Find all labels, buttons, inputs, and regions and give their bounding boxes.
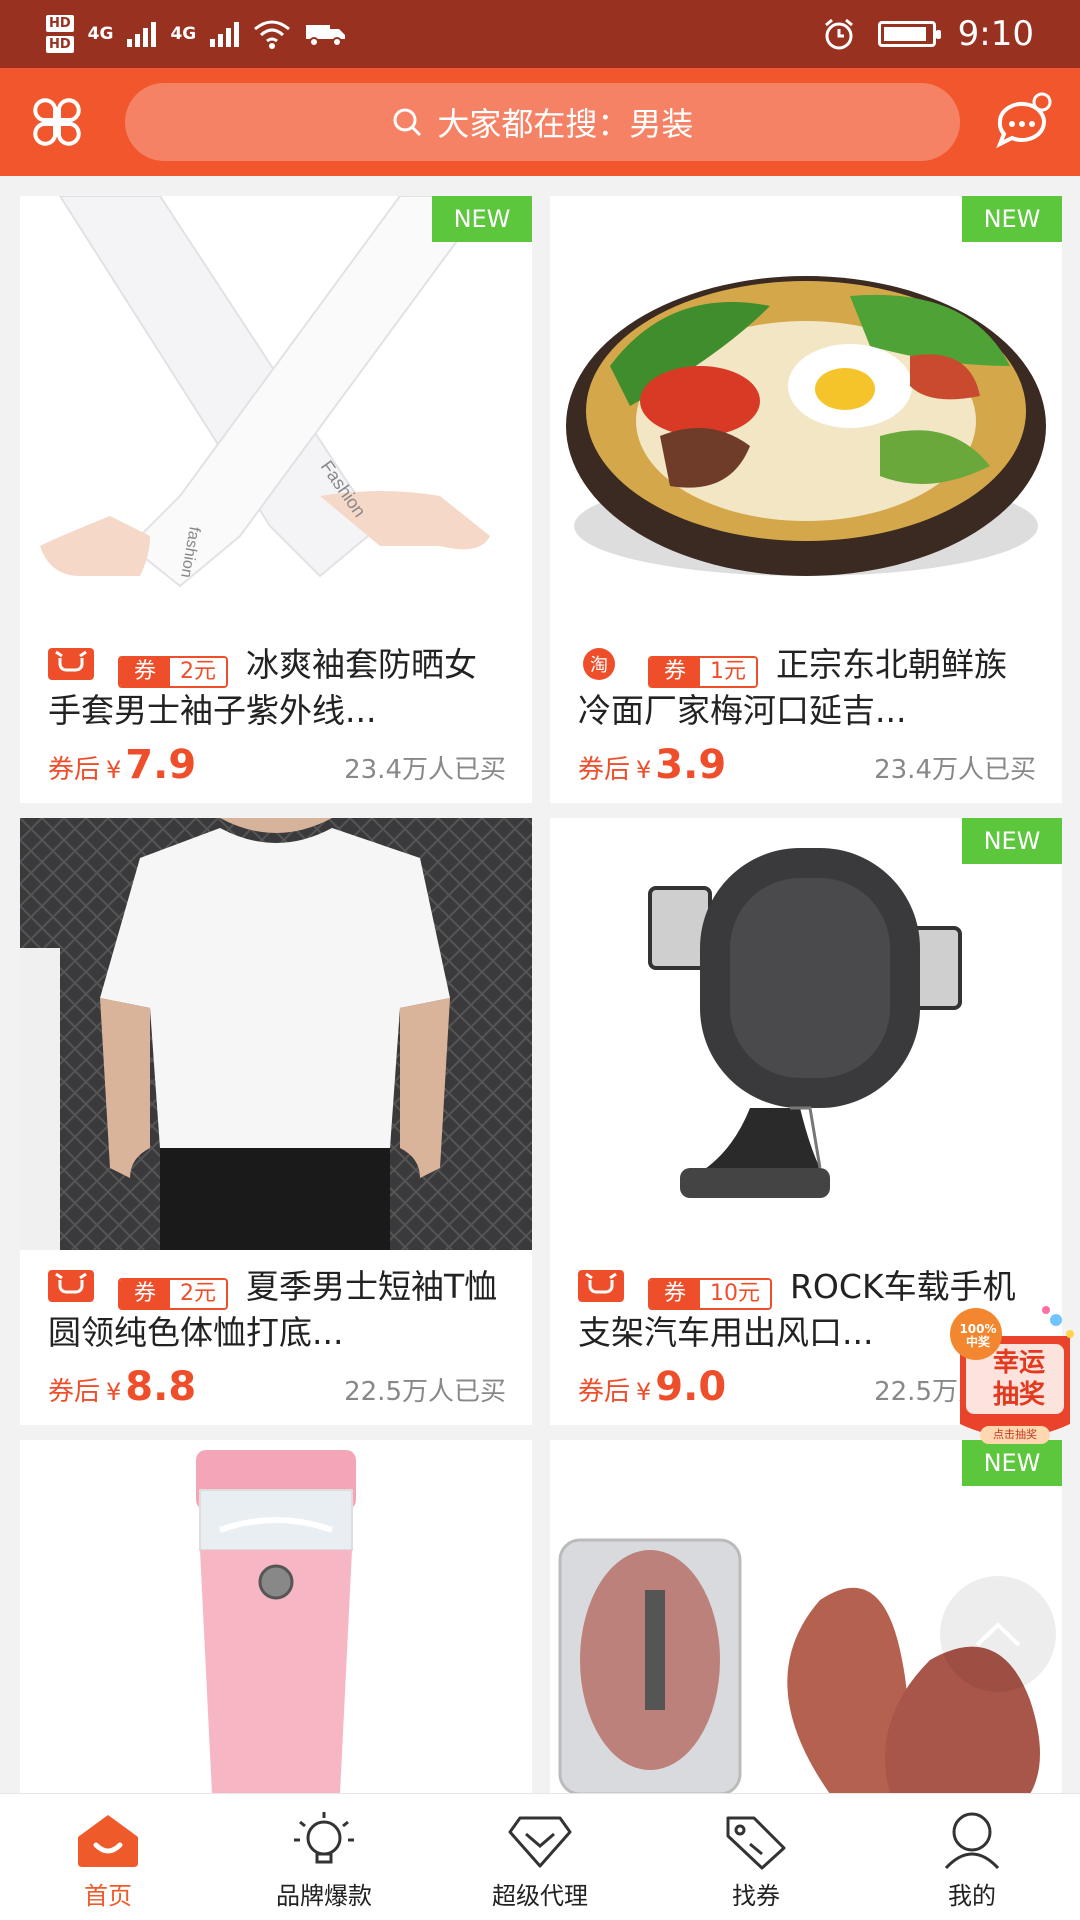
alarm-icon [824, 18, 853, 50]
product-image[interactable] [20, 818, 532, 1250]
currency-symbol: ¥ [636, 756, 652, 784]
new-badge: NEW [432, 196, 532, 242]
tab-brand-hot[interactable]: 品牌爆款 [216, 1794, 432, 1920]
truck-icon [306, 25, 346, 47]
cold-noodles-image [550, 196, 1062, 628]
lottery-badge: 100%中奖 [959, 1322, 997, 1349]
network-label-1: 4G [87, 24, 114, 44]
product-image[interactable]: NEW [550, 818, 1062, 1250]
lightbulb-icon [294, 1812, 354, 1864]
coupon-label: 券 [650, 658, 700, 686]
product-image[interactable]: NEW [550, 196, 1062, 628]
tmall-icon [48, 648, 94, 680]
tab-label: 品牌爆款 [276, 1882, 372, 1910]
currency-symbol: ¥ [106, 756, 122, 784]
back-to-top-button[interactable] [940, 1576, 1056, 1692]
product-title: 冰爽袖套防晒女手套男士袖子紫外线... [48, 645, 477, 730]
hd-indicator: HD HD [46, 15, 74, 53]
product-card[interactable] [20, 1440, 532, 1794]
coupon-label: 券 [120, 1280, 170, 1308]
coupon-badge: 券 2元 [118, 656, 228, 688]
coupon-badge: 券 10元 [648, 1278, 772, 1310]
tab-label: 我的 [948, 1882, 996, 1910]
sold-count: 23.4万人已买 [344, 755, 506, 785]
coupon-value: 2元 [170, 658, 226, 686]
tmall-icon [48, 1270, 94, 1302]
tab-mine[interactable]: 我的 [864, 1794, 1080, 1920]
home-icon [78, 1815, 138, 1867]
battery-icon [877, 21, 941, 47]
search-icon [393, 108, 422, 137]
coupon-value: 1元 [700, 658, 756, 686]
hd-label-1: HD [46, 15, 74, 32]
coupon-value: 2元 [170, 1280, 226, 1308]
lottery-cta: 点击抽奖 [993, 1428, 1037, 1441]
mist-sprayer-image [20, 1440, 532, 1794]
price: 7.9 [125, 742, 197, 788]
new-badge: NEW [962, 196, 1062, 242]
sold-count: 23.4万人已买 [874, 755, 1036, 785]
taobao-icon: 淘 [583, 648, 615, 680]
tab-home[interactable]: 首页 [0, 1794, 216, 1920]
tshirt-model-image [20, 818, 532, 1250]
currency-symbol: ¥ [106, 1378, 122, 1406]
product-card[interactable]: 券 2元 夏季男士短袖T恤圆领纯色体恤打底... 券后 ¥ 8.8 22.5万人已买 [20, 818, 532, 1425]
product-title-line: 淘 券 1元 正宗东北朝鲜族冷面厂家梅河口延吉... [578, 642, 1036, 734]
tab-find-coupon[interactable]: 找券 [648, 1794, 864, 1920]
hd-label-2: HD [46, 36, 74, 53]
lottery-title-1: 幸运 [992, 1348, 1045, 1378]
product-title-line: 券 2元 夏季男士短袖T恤圆领纯色体恤打底... [48, 1264, 506, 1356]
arm-sleeves-image: Fashion fashion [20, 196, 532, 628]
coupon-badge: 券 1元 [648, 656, 758, 688]
price-prefix: 券后 [578, 1377, 631, 1407]
diamond-icon [508, 1816, 572, 1868]
signal-icon [127, 21, 157, 47]
category-menu-button[interactable] [28, 92, 87, 152]
price-prefix: 券后 [578, 755, 631, 785]
search-placeholder: 大家都在搜：男装 [437, 105, 694, 143]
product-title: 夏季男士短袖T恤圆领纯色体恤打底... [48, 1267, 498, 1352]
message-button[interactable] [992, 92, 1052, 152]
tab-label: 超级代理 [492, 1882, 588, 1910]
coupon-value: 10元 [700, 1280, 770, 1308]
new-badge: NEW [962, 818, 1062, 864]
network-label-2: 4G [170, 24, 197, 44]
price: 9.0 [655, 1364, 727, 1410]
lottery-floating-button[interactable]: 100%中奖 幸运 抽奖 点击抽奖 [946, 1304, 1080, 1450]
phone-holder-image [550, 818, 1062, 1250]
coupon-label: 券 [650, 1280, 700, 1308]
tab-super-agent[interactable]: 超级代理 [432, 1794, 648, 1920]
product-image[interactable] [20, 1440, 532, 1794]
status-bar: HD HD 4G 4G 9:10 [0, 0, 1080, 68]
coupon-badge: 券 2元 [118, 1278, 228, 1310]
chevron-up-icon [975, 1622, 1021, 1647]
price-prefix: 券后 [48, 755, 101, 785]
product-title: 正宗东北朝鲜族冷面厂家梅河口延吉... [578, 645, 1007, 730]
tab-label: 找券 [732, 1882, 780, 1910]
price: 3.9 [655, 742, 727, 788]
tmall-icon [578, 1270, 624, 1302]
coupon-label: 券 [120, 658, 170, 686]
signal-icon-2 [210, 21, 240, 47]
wifi-icon [254, 20, 291, 49]
svg-text:淘: 淘 [590, 655, 608, 676]
bottom-tab-bar: 首页 品牌爆款 超级代理 找券 我的 [0, 1793, 1080, 1920]
currency-symbol: ¥ [636, 1378, 652, 1406]
price-prefix: 券后 [48, 1377, 101, 1407]
clock: 9:10 [957, 14, 1034, 54]
chat-bubble-icon [996, 92, 1052, 149]
price: 8.8 [125, 1364, 197, 1410]
coupon-tag-icon [726, 1816, 786, 1870]
lottery-title-2: 抽奖 [992, 1380, 1045, 1410]
search-bar[interactable]: 大家都在搜：男装 [124, 83, 960, 161]
product-title-line: 券 2元 冰爽袖套防晒女手套男士袖子紫外线... [48, 642, 506, 734]
top-header: 大家都在搜：男装 [0, 68, 1080, 176]
product-image[interactable]: Fashion fashion NEW [20, 196, 532, 628]
user-icon [944, 1812, 1000, 1870]
product-card[interactable]: NEW 淘 券 1元 正宗东北朝鲜族冷面厂家梅河口延吉... 券后 ¥ 3.9 23.… [550, 196, 1062, 803]
product-card[interactable]: Fashion fashion NEW 券 2元 冰爽袖套防晒女手套男士袖子紫外线.… [20, 196, 532, 803]
sold-count: 22.5万人已买 [344, 1377, 506, 1407]
tab-label: 首页 [84, 1882, 132, 1910]
clover-grid-icon [33, 98, 82, 146]
